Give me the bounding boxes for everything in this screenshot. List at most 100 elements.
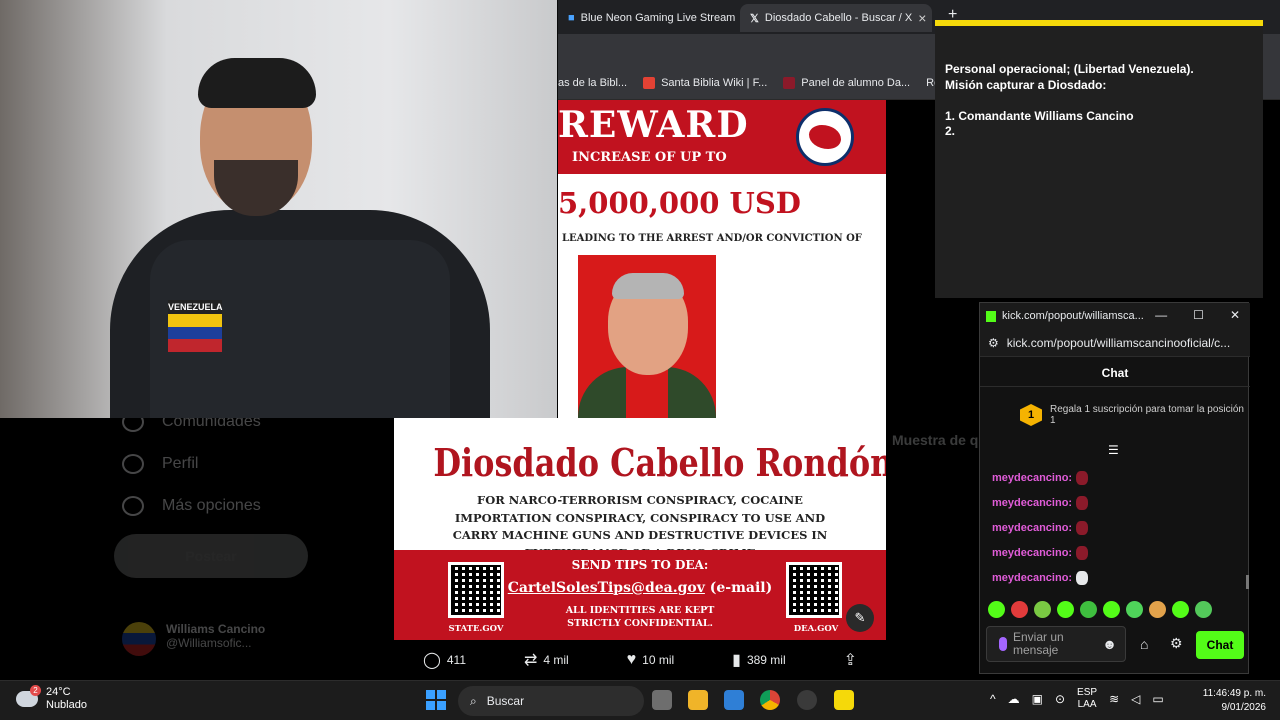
store-icon[interactable]: ⌂ [1140,636,1148,652]
gear-icon[interactable]: ⚙ [1170,635,1183,652]
reply-button[interactable]: ◯ 411 [423,650,466,670]
sticky-note[interactable]: Personal operacional; (Libertad Venezuel… [935,20,1263,298]
chat-username[interactable]: meydecancino: [992,547,1072,559]
chat-username[interactable]: meydecancino: [992,497,1072,509]
popup-url-bar[interactable]: ⚙ kick.com/popout/williamscancinooficial… [980,329,1250,357]
repost-button[interactable]: ⇄ 4 mil [524,650,569,670]
store-app-icon[interactable] [724,690,744,710]
poster-amount: 5,000,000 USD [558,186,801,220]
rank-badge: 1 [1020,404,1042,426]
emote-icon[interactable] [1149,601,1166,618]
chat-username[interactable]: meydecancino: [992,572,1072,584]
patch-label: VENEZUELA [168,300,223,314]
close-icon[interactable]: ✕ [1230,308,1240,322]
emote-icon[interactable] [1195,601,1212,618]
youtube-tab-icon: ■ [568,12,575,24]
sidebar-item-profile[interactable]: Perfil [122,454,198,474]
system-tray: ^ ☁ ▣ ⊙ ESP LAA ≋ ◁ ▭ [990,687,1164,711]
emoji-icon[interactable]: ☻ [1102,637,1117,651]
clock[interactable]: 11:46:49 p. m. 9/01/2026 [1198,687,1266,715]
bookmark-item[interactable]: as de la Bibl... [558,77,627,89]
like-count: 10 mil [642,653,675,667]
taskbar-search[interactable]: ⌕ Buscar [458,686,644,716]
emote-icon [1076,521,1089,535]
wanted-poster-image[interactable]: REWARD INCREASE OF UP TO 5,000,000 USD L… [558,100,886,418]
close-icon[interactable]: × [918,10,926,26]
account-switcher[interactable]: Williams Cancino @Williamsofic... [122,622,265,656]
weather-widget[interactable]: 2 24°C Nublado [16,685,87,712]
taskbar: 2 24°C Nublado ⌕ Buscar ^ ☁ ▣ ⊙ ESP LAA ≋… [0,680,1280,720]
pinned-messages-icon[interactable]: ☰ [1108,443,1119,457]
tab-label: Blue Neon Gaming Live Stream [580,12,736,24]
bookmark-favicon-icon [783,76,796,89]
views-button[interactable]: ▮ 389 mil [732,650,786,670]
microphone-icon[interactable] [999,637,1007,651]
volume-icon[interactable]: ◁ [1131,692,1140,706]
chat-message[interactable]: meydecancino: [992,521,1089,535]
emote-icon[interactable] [1011,601,1028,618]
clock-date: 9/01/2026 [1221,702,1267,713]
chat-username[interactable]: meydecancino: [992,522,1072,534]
sidebar-item-label: Más opciones [162,497,261,514]
poster-leading-text: LEADING TO THE ARREST AND/OR CONVICTION … [562,233,862,244]
webcam-person-beard [214,160,298,216]
chat-message[interactable]: meydecancino: [992,496,1089,510]
chat-username[interactable]: meydecancino: [992,472,1072,484]
like-button[interactable]: ♥ 10 mil [627,651,675,669]
keyboard-layout: LAA [1077,699,1097,710]
task-view-icon[interactable] [652,690,672,710]
emote-icon[interactable] [1172,601,1189,618]
wifi-icon[interactable]: ≋ [1109,692,1119,706]
chat-message-input[interactable]: Enviar un mensaje ☻ [986,626,1126,662]
minimize-icon[interactable]: — [1155,308,1167,322]
poster-footer: STATE.GOV SEND TIPS TO DEA: CartelSolesT… [394,550,886,640]
chat-message[interactable]: meydecancino: [992,571,1089,585]
gift-sub-text: Regala 1 suscripción para tomar la posic… [1050,404,1244,426]
heart-icon: ♥ [626,651,637,668]
emote-icon[interactable] [1080,601,1097,618]
obs-icon[interactable] [797,690,817,710]
app-tray-icon[interactable]: ▣ [1032,692,1043,706]
onedrive-icon[interactable]: ☁ [1008,692,1020,706]
weather-condition: Nublado [46,699,87,711]
chevron-up-icon[interactable]: ^ [990,692,996,706]
kick-logo-icon [986,310,996,322]
share-button[interactable]: ⇪ [844,650,857,670]
tips-email-address: CartelSolesTips@dea.gov [507,580,705,596]
share-icon: ⇪ [843,652,857,669]
chrome-icon[interactable] [760,690,780,710]
gift-sub-banner[interactable]: 1 Regala 1 suscripción para tomar la pos… [980,395,1250,435]
chat-send-button[interactable]: Chat [1196,631,1244,659]
wanted-poster-bottom[interactable]: Diosdado Cabello Rondón FOR NARCO-TERROR… [394,418,886,640]
bookmark-label: Santa Biblia Wiki | F... [661,76,768,89]
tab-diosdado-search[interactable]: 𝕏 Diosdado Cabello - Buscar / X × [740,4,932,32]
sticky-notes-icon[interactable] [834,690,854,710]
maximize-icon[interactable]: ☐ [1193,308,1204,322]
emote-icon[interactable] [1034,601,1051,618]
emote-icon[interactable] [1057,601,1074,618]
windows-start-icon[interactable] [426,690,446,710]
language-indicator[interactable]: ESP LAA [1077,687,1097,711]
edit-image-icon[interactable]: ✎ [846,604,874,632]
site-info-icon[interactable]: ⚙ [988,336,999,350]
tab-blue-neon[interactable]: ■ Blue Neon Gaming Live Stream [558,4,738,32]
battery-icon[interactable]: ▭ [1152,692,1163,706]
sidebar-item-more[interactable]: Más opciones [122,496,261,516]
bookmark-item[interactable]: Panel de alumno Da... [783,76,910,89]
screen: Comunidades Perfil Más opciones Postear … [0,0,1280,720]
post-button[interactable]: Postear [114,534,308,578]
sticky-note-text[interactable]: Personal operacional; (Libertad Venezuel… [945,62,1194,140]
chat-message[interactable]: meydecancino: [992,471,1089,485]
x-logo-icon: 𝕏 [750,12,759,25]
emote-icon[interactable] [988,601,1005,618]
chat-message[interactable]: meydecancino: [992,546,1089,560]
chat-scrollbar[interactable] [1246,575,1249,589]
file-explorer-icon[interactable] [688,690,708,710]
profile-handle: @Williamsofic... [166,636,252,650]
emote-icon[interactable] [1126,601,1143,618]
repost-count: 4 mil [543,653,569,667]
emote-icon[interactable] [1103,601,1120,618]
bookmark-item[interactable]: Santa Biblia Wiki | F... [643,76,768,89]
emote-icon [1076,471,1089,485]
microphone-icon[interactable]: ⊙ [1055,692,1065,706]
